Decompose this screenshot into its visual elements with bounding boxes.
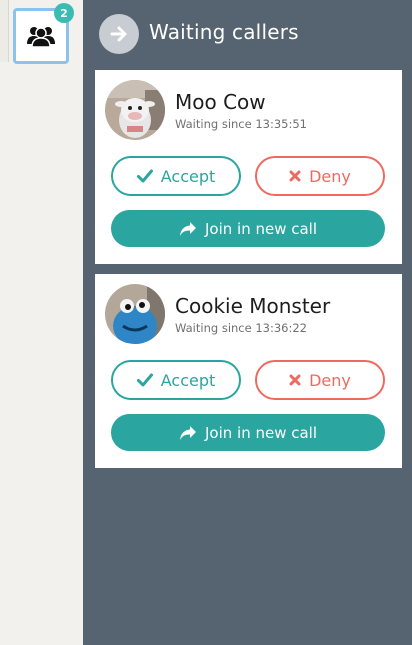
join-in-new-call-button[interactable]: Join in new call bbox=[111, 414, 385, 451]
panel-header: Waiting callers bbox=[83, 0, 412, 68]
check-icon bbox=[136, 373, 153, 387]
join-in-new-call-button[interactable]: Join in new call bbox=[111, 210, 385, 247]
accept-label: Accept bbox=[160, 370, 216, 390]
caller-card: Moo Cow Waiting since 13:35:51 Accept De… bbox=[95, 70, 402, 264]
notification-badge: 2 bbox=[54, 3, 74, 23]
share-arrow-icon bbox=[179, 425, 196, 440]
close-icon bbox=[289, 170, 301, 182]
caller-card: Cookie Monster Waiting since 13:36:22 Ac… bbox=[95, 274, 402, 468]
join-label: Join in new call bbox=[204, 219, 318, 238]
share-arrow-icon bbox=[179, 221, 196, 236]
close-icon bbox=[289, 374, 301, 386]
check-icon bbox=[136, 169, 153, 183]
accept-button[interactable]: Accept bbox=[111, 360, 241, 400]
accept-label: Accept bbox=[160, 166, 216, 186]
monster-avatar-icon bbox=[105, 284, 165, 344]
collapse-panel-button[interactable] bbox=[99, 14, 139, 54]
waiting-callers-panel: Waiting callers Moo Cow Waiting since 13… bbox=[83, 0, 412, 645]
deny-button[interactable]: Deny bbox=[255, 156, 385, 196]
deny-label: Deny bbox=[309, 370, 351, 390]
avatar bbox=[105, 80, 165, 140]
caller-name: Cookie Monster bbox=[175, 294, 331, 318]
accept-button[interactable]: Accept bbox=[111, 156, 241, 196]
deny-button[interactable]: Deny bbox=[255, 360, 385, 400]
panel-title: Waiting callers bbox=[149, 20, 299, 44]
cow-avatar-icon bbox=[105, 80, 165, 140]
deny-label: Deny bbox=[309, 166, 351, 186]
rail-edge bbox=[0, 0, 9, 62]
caller-name: Moo Cow bbox=[175, 90, 266, 114]
group-icon bbox=[27, 27, 55, 48]
left-rail: 2 bbox=[0, 0, 83, 645]
join-label: Join in new call bbox=[204, 423, 318, 442]
waiting-since: Waiting since 13:35:51 bbox=[175, 117, 308, 131]
avatar bbox=[105, 284, 165, 344]
waiting-since: Waiting since 13:36:22 bbox=[175, 321, 308, 335]
arrow-right-icon bbox=[110, 26, 127, 42]
